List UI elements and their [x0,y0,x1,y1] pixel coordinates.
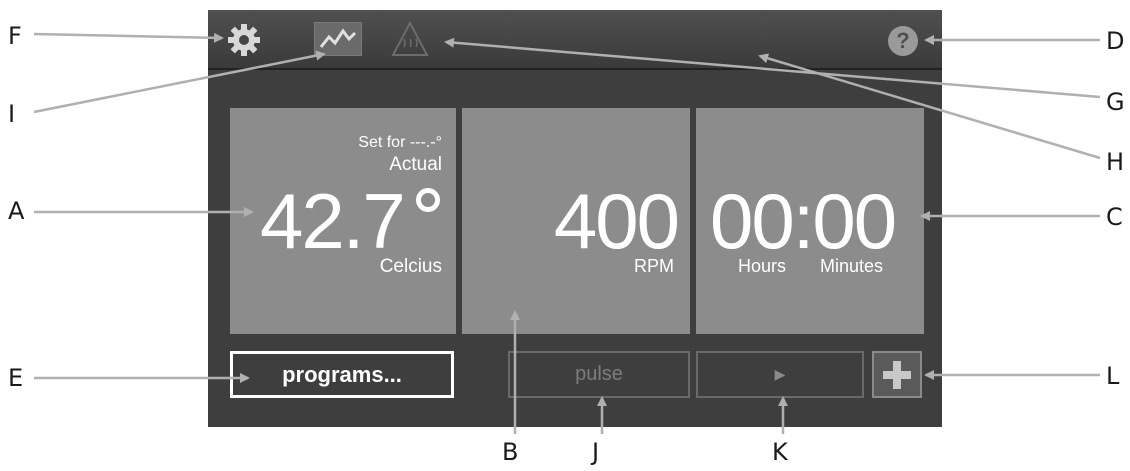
callout-g: G [1106,88,1125,116]
callout-b: B [502,438,519,466]
pulse-button-label: pulse [575,363,623,385]
temperature-unit: Celcius [379,256,442,277]
callout-h: H [1106,148,1125,176]
timer-tile[interactable]: 00:00 Hours Minutes [696,108,924,334]
chart-icon[interactable] [314,22,362,56]
callout-a: A [8,197,25,225]
callout-k: K [772,438,788,466]
help-icon: ? [896,28,910,53]
programs-button[interactable]: programs... [230,351,454,398]
callout-c: C [1106,203,1123,231]
callout-d: D [1106,27,1125,55]
degree-symbol [416,188,440,212]
temperature-value: 42.7 [260,177,406,265]
play-button[interactable]: ▶ [696,351,864,398]
speed-value: 400 [553,177,680,265]
speed-unit: RPM [634,256,674,276]
help-button[interactable]: ? [888,26,918,56]
gear-icon[interactable] [226,22,262,58]
callout-j: J [592,438,600,466]
callout-f: F [8,22,22,50]
timer-hours-label: Hours [738,256,787,276]
top-bar: ? [208,10,942,70]
plus-icon [883,360,911,389]
device-screen: ? Set for ---.-° Actual 42.7 Celcius 400… [208,10,942,427]
timer-value: 00:00 [710,177,897,265]
speed-tile[interactable]: 400 RPM [462,108,690,334]
programs-button-label: programs... [282,361,402,387]
play-icon: ▶ [774,366,786,382]
temperature-set-label: Set for ---.-° [358,134,442,151]
timer-minutes-label: Minutes [820,256,884,276]
add-button[interactable] [872,351,922,398]
temperature-tile[interactable]: Set for ---.-° Actual 42.7 Celcius [230,108,456,334]
callout-i: I [8,100,16,128]
heat-warning-icon[interactable] [390,20,430,58]
callout-l: L [1106,362,1120,390]
callout-e: E [8,364,24,392]
pulse-button[interactable]: pulse [508,351,690,398]
temperature-actual-label: Actual [389,154,442,175]
leader-f [33,32,224,43]
